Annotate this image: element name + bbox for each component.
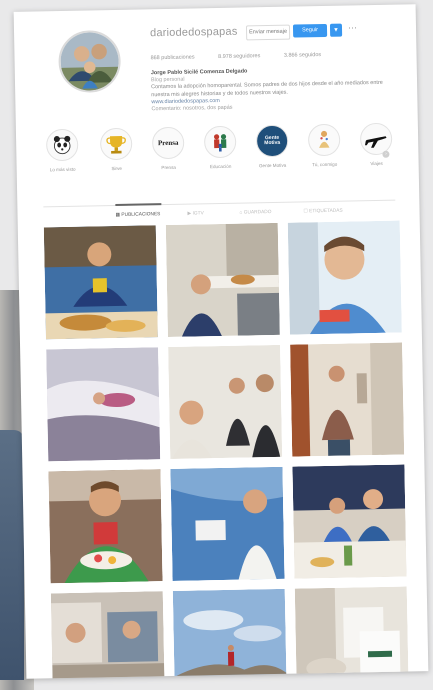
post-photo — [46, 347, 161, 462]
kids-icon — [307, 123, 341, 157]
profile-stats: 868 publicaciones 8.978 seguidores 3.866… — [150, 52, 343, 62]
highlight-label: Tú, conmigo — [311, 161, 338, 168]
post-photo — [170, 466, 285, 581]
highlight-item[interactable]: Tú, conmigo — [304, 123, 345, 168]
tab-tagged[interactable]: ☐ ETIQUETADAS — [303, 209, 342, 215]
tab-igtv[interactable]: ▶ IGTV — [188, 211, 204, 216]
send-message-button[interactable]: Enviar mensaje — [245, 24, 291, 41]
post-thumbnail[interactable] — [43, 225, 158, 340]
post-thumbnail[interactable] — [290, 342, 405, 457]
profile-bio: Jorge Pablo Sicilé Comenza Delgado Blog … — [151, 66, 392, 114]
press-icon-text: Prensa — [157, 138, 179, 148]
post-thumbnail[interactable] — [294, 586, 409, 679]
followers-count[interactable]: 8.978 seguidores — [218, 53, 260, 60]
trophy-icon — [99, 127, 133, 161]
highlight-label: Educación — [209, 163, 232, 170]
follow-button[interactable]: Seguir — [292, 23, 328, 38]
post-photo — [50, 591, 165, 679]
highlight-label: Viajes — [370, 160, 383, 167]
posts-count: 868 publicaciones — [150, 54, 195, 62]
avatar-photo — [60, 31, 120, 92]
highlight-label: Lo más visto — [49, 166, 76, 173]
avatar[interactable] — [58, 29, 122, 94]
post-photo — [168, 344, 283, 459]
highlight-item[interactable]: Gente Motiva Gente Motiva — [252, 124, 293, 169]
suggestions-dropdown-button[interactable]: ▾ — [329, 23, 343, 37]
post-photo — [172, 588, 287, 679]
highlight-label: Sirve — [111, 165, 122, 172]
post-thumbnail[interactable] — [50, 591, 165, 679]
badge-icon-text: Gente Motiva — [264, 134, 281, 147]
post-thumbnail[interactable] — [170, 466, 285, 581]
username: dariodedospapas — [149, 25, 238, 40]
badge-icon: Gente Motiva — [255, 124, 289, 158]
active-tab-indicator — [115, 203, 162, 207]
tab-posts[interactable]: ▦ PUBLICACIONES — [116, 212, 161, 218]
highlight-item[interactable]: Prensa Prensa — [148, 126, 189, 171]
post-photo — [290, 342, 405, 457]
post-photo — [165, 222, 280, 338]
post-photo — [48, 469, 163, 584]
post-thumbnail[interactable] — [292, 464, 407, 579]
post-photo — [294, 586, 409, 679]
post-photo — [292, 464, 407, 579]
highlight-item[interactable]: Viajes — [356, 122, 397, 167]
following-count[interactable]: 3.866 seguidos — [284, 52, 321, 59]
post-thumbnail[interactable] — [172, 588, 287, 679]
story-highlights: Lo más visto Sirve Prensa Prensa Educaci… — [42, 122, 403, 185]
tabs-divider — [43, 199, 396, 208]
post-thumbnail[interactable] — [168, 344, 283, 459]
highlight-item[interactable]: Lo más visto — [42, 128, 83, 173]
post-photo — [43, 225, 158, 340]
posts-grid — [43, 220, 409, 679]
highlight-item[interactable]: Educación — [200, 125, 241, 170]
press-icon: Prensa — [151, 126, 185, 160]
more-options-icon[interactable]: ··· — [348, 22, 357, 32]
panda-icon — [45, 128, 79, 162]
tab-saved[interactable]: ⌂ GUARDADO — [239, 210, 271, 216]
post-photo — [287, 220, 402, 335]
highlight-label: Prensa — [161, 164, 176, 171]
post-thumbnail[interactable] — [48, 469, 163, 584]
post-thumbnail[interactable] — [287, 220, 402, 335]
highlights-next-icon[interactable]: › — [382, 150, 390, 158]
instagram-profile-page: dariodedospapas Enviar mensaje Seguir ▾ … — [13, 4, 429, 679]
family-icon — [203, 125, 237, 159]
post-thumbnail[interactable] — [165, 222, 280, 338]
post-thumbnail[interactable] — [46, 347, 161, 462]
highlight-item[interactable]: Sirve — [96, 127, 137, 172]
highlight-label: Gente Motiva — [258, 162, 287, 169]
background-person-shoulder — [0, 430, 24, 680]
